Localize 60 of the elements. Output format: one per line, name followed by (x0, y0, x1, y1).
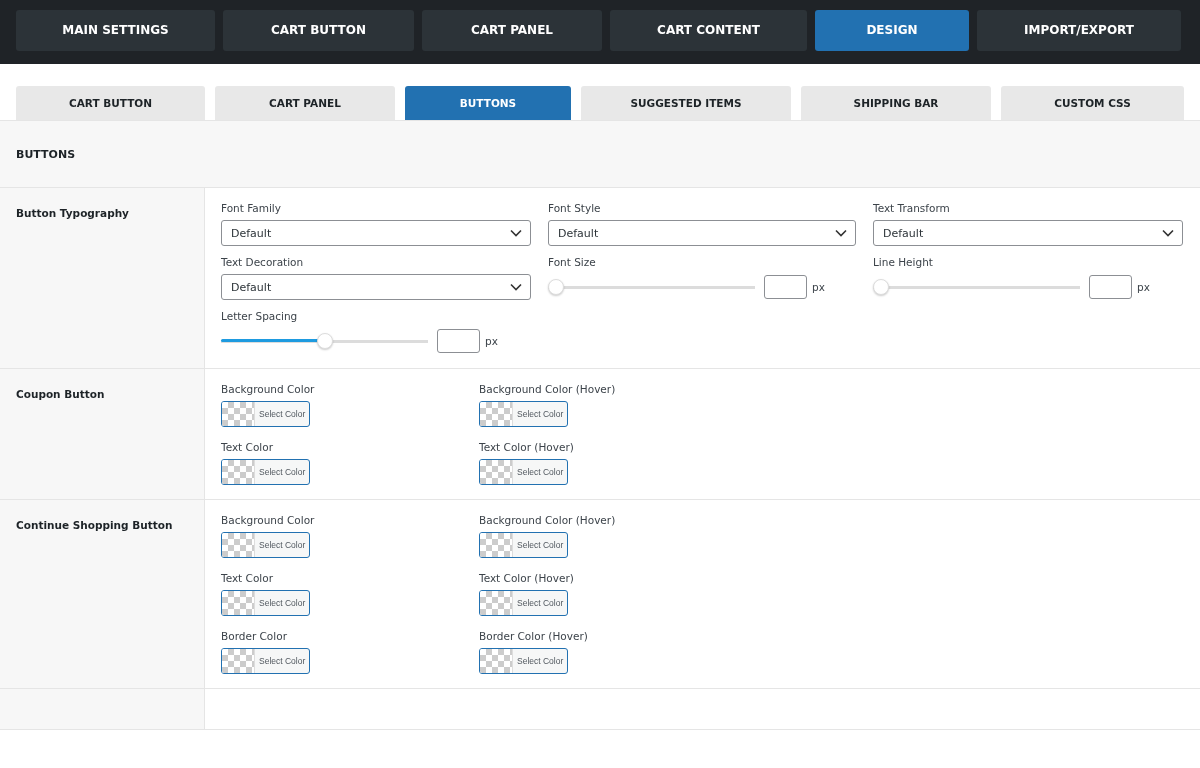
main-tab[interactable]: CART PANEL (422, 9, 602, 51)
select-color-button[interactable]: Select Color (221, 459, 310, 485)
main-tab[interactable]: CART BUTTON (223, 9, 414, 51)
select-color-button[interactable]: Select Color (479, 532, 568, 558)
field-label: Font Size (548, 256, 597, 268)
sub-tab[interactable]: SHIPPING BAR (801, 86, 991, 120)
row-label: Coupon Button (16, 388, 105, 400)
field-label: Font Style (548, 202, 602, 214)
sub-tab[interactable]: CART BUTTON (16, 86, 205, 120)
chevron-down-icon (510, 229, 522, 237)
slider-handle[interactable] (548, 279, 564, 295)
field-label: Background Color (Hover) (479, 514, 617, 526)
select-color-button[interactable]: Select Color (479, 590, 568, 616)
number-input[interactable] (437, 329, 480, 353)
select-color-button[interactable]: Select Color (221, 590, 310, 616)
unit-label: px (1137, 281, 1150, 293)
row-label: Continue Shopping Button (16, 519, 173, 531)
dropdown-select[interactable]: Default (548, 220, 856, 246)
unit-label: px (485, 335, 498, 347)
main-tab[interactable]: CART CONTENT (610, 9, 807, 51)
main-tab[interactable]: IMPORT/EXPORT (977, 9, 1181, 51)
field-label: Font Family (221, 202, 282, 214)
sub-tab[interactable]: SUGGESTED ITEMS (581, 86, 791, 120)
sub-tab[interactable]: BUTTONS (405, 86, 571, 120)
slider-handle[interactable] (316, 333, 333, 349)
select-color-button[interactable]: Select Color (221, 532, 310, 558)
select-color-button[interactable]: Select Color (221, 648, 310, 674)
field-label: Line Height (873, 256, 934, 268)
select-color-button[interactable]: Select Color (479, 401, 568, 427)
number-input[interactable] (764, 275, 807, 299)
sub-tab[interactable]: CUSTOM CSS (1001, 86, 1184, 120)
field-label: Text Color (221, 572, 274, 584)
field-label: Text Decoration (221, 256, 305, 268)
main-tab[interactable]: MAIN SETTINGS (16, 9, 215, 51)
field-label: Text Transform (873, 202, 951, 214)
select-color-button[interactable]: Select Color (479, 648, 568, 674)
field-label: Text Color (Hover) (479, 441, 575, 453)
field-label: Background Color (221, 514, 316, 526)
field-label: Background Color (221, 383, 316, 395)
field-label: Border Color (221, 630, 288, 642)
section-title: BUTTONS (16, 147, 76, 161)
field-label: Text Color (221, 441, 274, 453)
sub-tab[interactable]: CART PANEL (215, 86, 395, 120)
chevron-down-icon (510, 283, 522, 291)
row-label: Button Typography (16, 207, 129, 219)
field-label: Text Color (Hover) (479, 572, 575, 584)
dropdown-select[interactable]: Default (221, 274, 531, 300)
dropdown-select[interactable]: Default (221, 220, 531, 246)
field-label: Border Color (Hover) (479, 630, 589, 642)
dropdown-select[interactable]: Default (873, 220, 1183, 246)
unit-label: px (812, 281, 825, 293)
chevron-down-icon (1162, 229, 1174, 237)
select-color-button[interactable]: Select Color (221, 401, 310, 427)
main-tab[interactable]: DESIGN (815, 9, 969, 51)
select-color-button[interactable]: Select Color (479, 459, 568, 485)
field-label: Letter Spacing (221, 310, 299, 322)
number-input[interactable] (1089, 275, 1132, 299)
field-label: Background Color (Hover) (479, 383, 617, 395)
slider-handle[interactable] (873, 279, 889, 295)
chevron-down-icon (835, 229, 847, 237)
